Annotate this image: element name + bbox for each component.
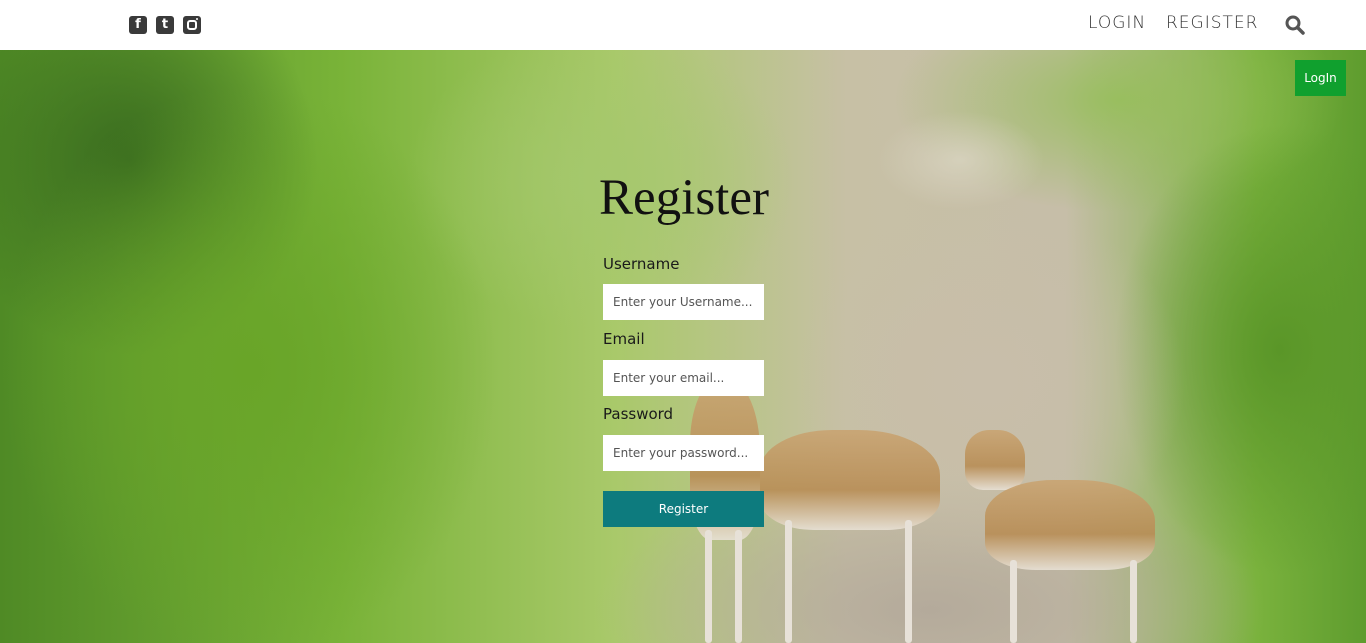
password-input[interactable]	[603, 435, 764, 471]
hero-background: LogIn Register Username Email Password R…	[0, 50, 1366, 643]
nav-login-link[interactable]: LOGIN	[1088, 13, 1146, 33]
social-links: f t	[129, 16, 201, 34]
nav-register-link[interactable]: REGISTER	[1166, 13, 1258, 33]
login-button[interactable]: LogIn	[1295, 60, 1346, 96]
facebook-icon[interactable]: f	[129, 16, 147, 34]
username-label: Username	[603, 255, 680, 273]
search-icon[interactable]	[1285, 15, 1305, 35]
register-submit-button[interactable]: Register	[603, 491, 764, 527]
email-label: Email	[603, 330, 645, 348]
twitter-icon[interactable]: t	[156, 16, 174, 34]
password-label: Password	[603, 405, 674, 423]
email-input[interactable]	[603, 360, 764, 396]
username-input[interactable]	[603, 284, 764, 320]
top-navbar: f t LOGIN REGISTER	[0, 0, 1366, 50]
register-title: Register	[599, 170, 769, 226]
instagram-icon[interactable]	[183, 16, 201, 34]
